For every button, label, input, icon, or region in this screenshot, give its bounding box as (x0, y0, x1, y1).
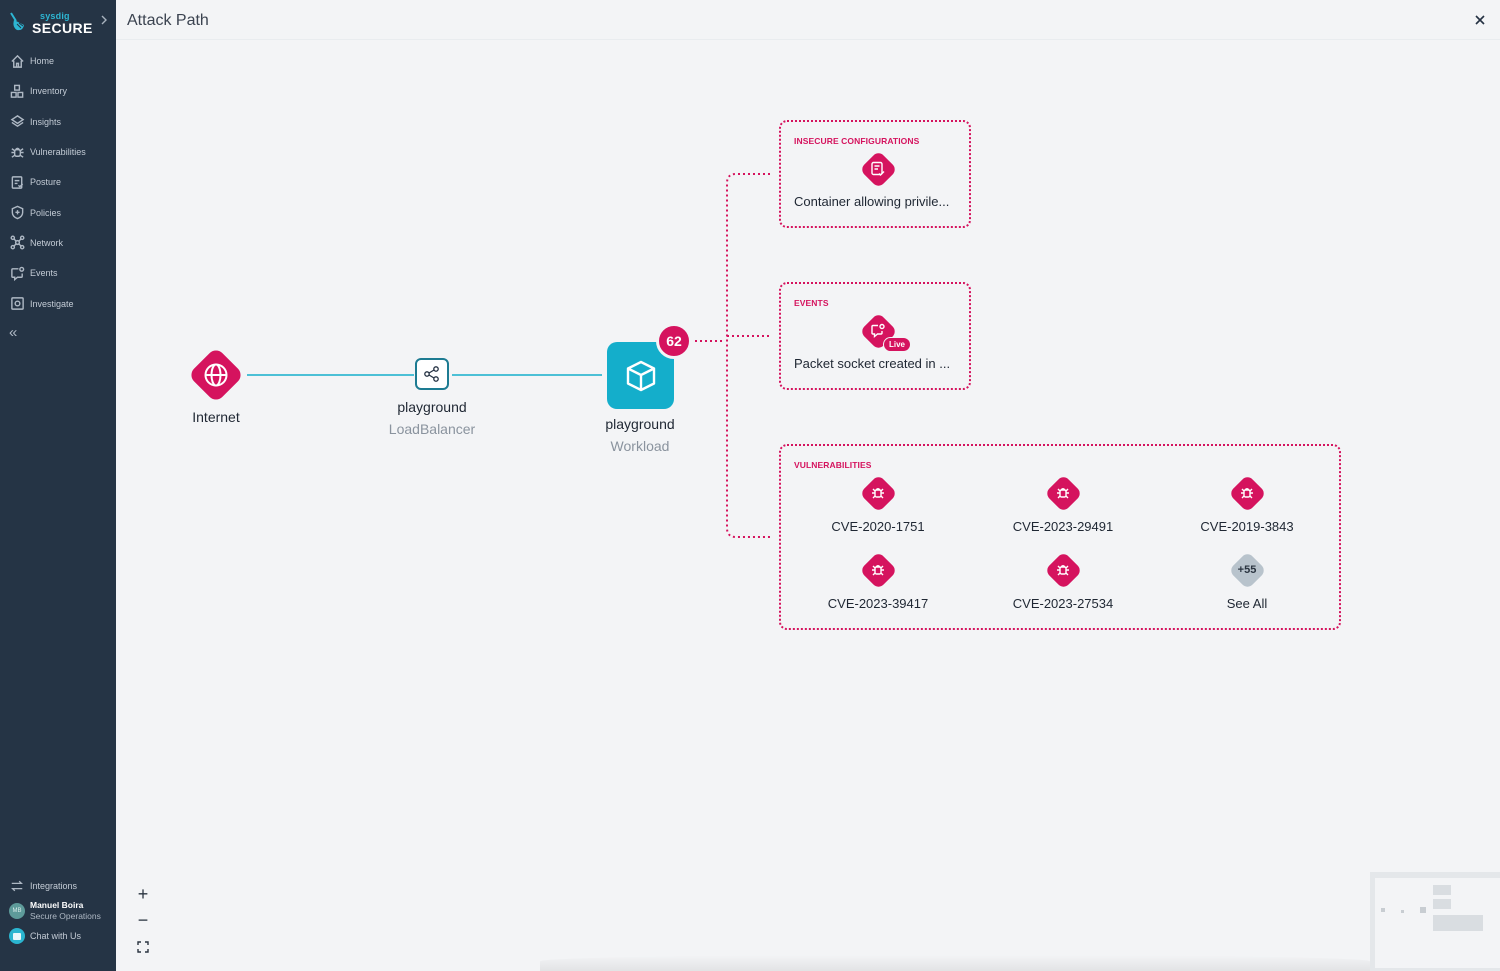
group-vulnerabilities: VULNERABILITIES CVE-2020-1751 CVE-2023-2… (779, 444, 1341, 630)
minimap-node (1401, 910, 1404, 913)
group-events: EVENTS Live Packet socket created in ... (779, 282, 971, 390)
bug-icon (9, 144, 25, 160)
node-internet[interactable]: Internet (187, 346, 245, 427)
see-all-link[interactable]: See All (1227, 596, 1267, 611)
minimap[interactable] (1370, 872, 1500, 971)
sidebar-item-label: Inventory (30, 86, 68, 97)
minimap-group (1433, 899, 1451, 909)
cve-item[interactable]: CVE-2019-3843 (1200, 519, 1293, 534)
sidebar-item-label: Insights (30, 116, 62, 127)
minimap-group (1433, 885, 1451, 895)
chat-label: Chat with Us (30, 931, 82, 941)
bug-icon (859, 474, 897, 512)
cve-item[interactable]: CVE-2023-39417 (828, 596, 928, 611)
fit-view-button[interactable] (134, 938, 152, 956)
sidebar-item-inventory[interactable]: Inventory (0, 76, 116, 106)
page-title: Attack Path (127, 12, 209, 29)
sidebar-item-events[interactable]: Events (0, 258, 116, 288)
user-profile[interactable]: MB Manuel Boira Secure Operations (0, 899, 116, 923)
events-icon (9, 265, 25, 281)
findings-count-badge: 62 (656, 323, 692, 359)
panel-shadow (540, 955, 1370, 971)
zoom-out-button[interactable]: − (134, 911, 152, 929)
bug-icon (1044, 474, 1082, 512)
network-icon (9, 235, 25, 251)
chat-icon (9, 928, 25, 944)
home-icon (9, 53, 25, 69)
integrations-icon (9, 878, 25, 894)
sidebar-item-label: Vulnerabilities (30, 147, 86, 158)
sidebar-item-integrations[interactable]: Integrations (0, 874, 116, 898)
finding-item[interactable]: Container allowing privile... (794, 194, 949, 209)
chat-with-us[interactable]: Chat with Us (0, 924, 116, 948)
share-icon (424, 366, 439, 382)
live-badge: Live (883, 337, 911, 352)
group-title: VULNERABILITIES (794, 460, 872, 470)
layers-icon (9, 114, 25, 130)
more-count: +55 (1237, 564, 1257, 576)
group-title: EVENTS (794, 298, 829, 308)
config-check-icon (859, 150, 897, 188)
node-internet-label: Internet (192, 409, 240, 425)
sidebar: sysdig SECURE Home Inventory Insights Vu… (0, 0, 116, 971)
collapse-sidebar-icon[interactable]: « (9, 325, 25, 341)
node-loadbalancer[interactable]: playground LoadBalancer (380, 358, 484, 438)
sysdig-logo-icon (10, 12, 24, 31)
cve-item[interactable]: CVE-2023-29491 (1013, 519, 1113, 534)
chevron-right-icon[interactable] (98, 14, 110, 26)
posture-icon (9, 174, 25, 190)
minimap-group (1433, 915, 1483, 931)
sidebar-item-vulnerabilities[interactable]: Vulnerabilities (0, 137, 116, 167)
fit-view-icon (137, 941, 149, 953)
workload-type: Workload (610, 438, 670, 454)
sidebar-item-posture[interactable]: Posture (0, 167, 116, 197)
minimap-viewport (1375, 878, 1500, 968)
loadbalancer-name: playground (397, 399, 467, 415)
finding-item[interactable]: Packet socket created in ... (794, 356, 950, 371)
bug-icon (1044, 551, 1082, 589)
loadbalancer-box (415, 358, 449, 390)
sidebar-item-label: Network (30, 237, 64, 248)
sidebar-item-home[interactable]: Home (0, 46, 116, 76)
sidebar-item-label: Integrations (30, 881, 78, 891)
sidebar-nav: Home Inventory Insights Vulnerabilities … (0, 46, 116, 319)
page-header: Attack Path (116, 0, 1500, 40)
edge-workload-findings (695, 173, 772, 538)
investigate-icon (9, 296, 25, 312)
sidebar-item-label: Home (30, 56, 55, 67)
close-icon (1475, 15, 1485, 25)
bug-icon (859, 551, 897, 589)
user-name: Manuel Boira (30, 900, 84, 910)
avatar: MB (9, 903, 25, 919)
sidebar-item-investigate[interactable]: Investigate (0, 288, 116, 318)
bug-icon (1228, 474, 1266, 512)
cve-item[interactable]: CVE-2020-1751 (831, 519, 924, 534)
brand-main: SECURE (32, 20, 93, 36)
loadbalancer-type: LoadBalancer (388, 421, 476, 437)
sidebar-item-insights[interactable]: Insights (0, 107, 116, 137)
cve-item[interactable]: CVE-2023-27534 (1013, 596, 1113, 611)
close-button[interactable] (1472, 12, 1488, 28)
sidebar-item-label: Policies (30, 207, 62, 218)
brand-logo[interactable]: sysdig SECURE (8, 8, 112, 40)
minimap-node (1381, 908, 1385, 912)
globe-icon (202, 361, 230, 389)
sidebar-bottom: Integrations MB Manuel Boira Secure Oper… (0, 874, 116, 948)
sidebar-item-label: Investigate (30, 298, 74, 309)
group-title: INSECURE CONFIGURATIONS (794, 136, 920, 146)
group-insecure-configurations: INSECURE CONFIGURATIONS Container allowi… (779, 120, 971, 228)
sidebar-item-label: Events (30, 268, 58, 279)
sidebar-item-network[interactable]: Network (0, 228, 116, 258)
minimap-node (1420, 907, 1426, 913)
inventory-icon (9, 83, 25, 99)
sidebar-item-policies[interactable]: Policies (0, 197, 116, 227)
cube-icon (626, 360, 655, 391)
sidebar-item-label: Posture (30, 177, 62, 188)
user-role: Secure Operations (30, 911, 101, 921)
node-workload[interactable]: 62 playground Workload (590, 322, 700, 458)
zoom-in-button[interactable]: + (134, 885, 152, 903)
shield-icon (9, 205, 25, 221)
workload-name: playground (605, 416, 675, 432)
